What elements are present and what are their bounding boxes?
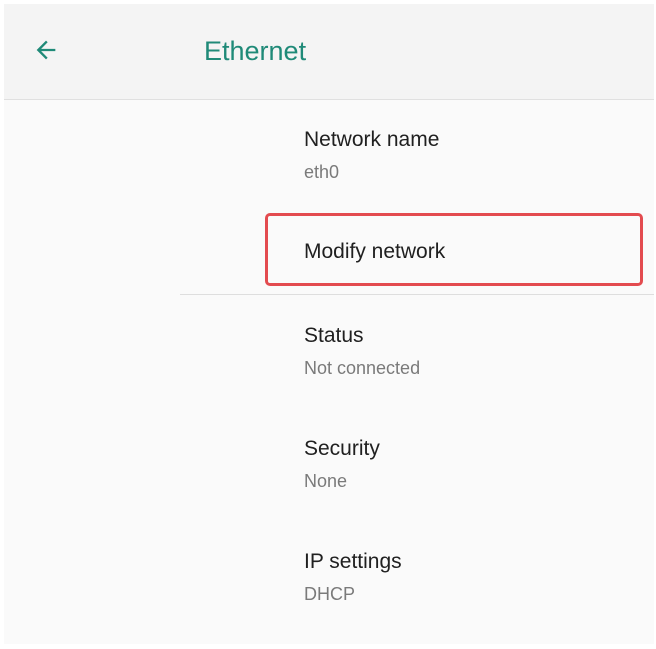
modify-network-item[interactable]: Modify network <box>304 239 634 265</box>
network-name-label: Network name <box>304 128 440 151</box>
ip-settings-value: DHCP <box>304 584 356 604</box>
ethernet-settings-screen: Ethernet Network name eth0 Modify networ… <box>4 4 654 644</box>
status-label: Status <box>304 324 364 347</box>
back-button[interactable] <box>26 32 66 72</box>
ip-settings-label: IP settings <box>304 550 402 573</box>
page-title: Ethernet <box>204 36 307 66</box>
arrow-left-icon <box>32 36 60 69</box>
network-name-item[interactable]: Network name eth0 <box>304 127 634 183</box>
status-item[interactable]: Status Not connected <box>304 323 634 379</box>
ip-settings-item[interactable]: IP settings DHCP <box>304 549 634 605</box>
network-name-value: eth0 <box>304 162 340 182</box>
app-bar: Ethernet <box>4 4 654 100</box>
status-value: Not connected <box>304 358 421 378</box>
security-item[interactable]: Security None <box>304 436 634 492</box>
modify-network-label: Modify network <box>304 240 446 263</box>
security-label: Security <box>304 437 380 460</box>
divider <box>180 294 654 295</box>
security-value: None <box>304 471 348 491</box>
